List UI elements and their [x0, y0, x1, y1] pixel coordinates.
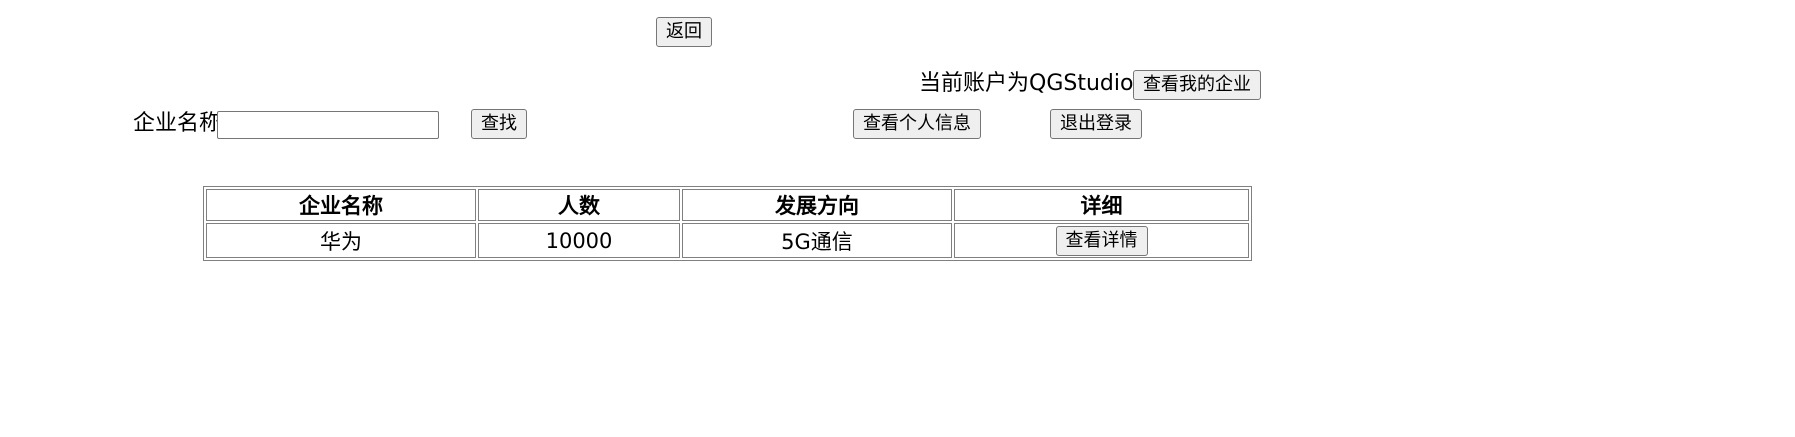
- current-account-label: 当前账户为QGStudio: [919, 71, 1134, 96]
- column-header-detail: 详细: [954, 189, 1249, 221]
- search-button[interactable]: 查找: [471, 109, 527, 139]
- column-header-headcount: 人数: [478, 189, 680, 221]
- company-name-search-input[interactable]: [217, 111, 439, 139]
- cell-company-name: 华为: [206, 223, 476, 258]
- column-header-direction: 发展方向: [682, 189, 952, 221]
- cell-headcount: 10000: [478, 223, 680, 258]
- my-company-button[interactable]: 查看我的企业: [1133, 70, 1261, 100]
- logout-button[interactable]: 退出登录: [1050, 109, 1142, 139]
- company-table: 企业名称 人数 发展方向 详细 华为 10000 5G通信 查看详情: [203, 186, 1252, 261]
- view-details-button[interactable]: 查看详情: [1055, 225, 1148, 256]
- cell-direction: 5G通信: [682, 223, 952, 258]
- cell-detail: 查看详情: [954, 223, 1249, 258]
- view-personal-info-button[interactable]: 查看个人信息: [853, 109, 981, 139]
- table-row: 华为 10000 5G通信 查看详情: [206, 223, 1249, 258]
- table-header-row: 企业名称 人数 发展方向 详细: [206, 189, 1249, 221]
- column-header-company-name: 企业名称: [206, 189, 476, 221]
- back-button[interactable]: 返回: [656, 17, 712, 47]
- company-name-search-label: 企业名称: [133, 111, 222, 136]
